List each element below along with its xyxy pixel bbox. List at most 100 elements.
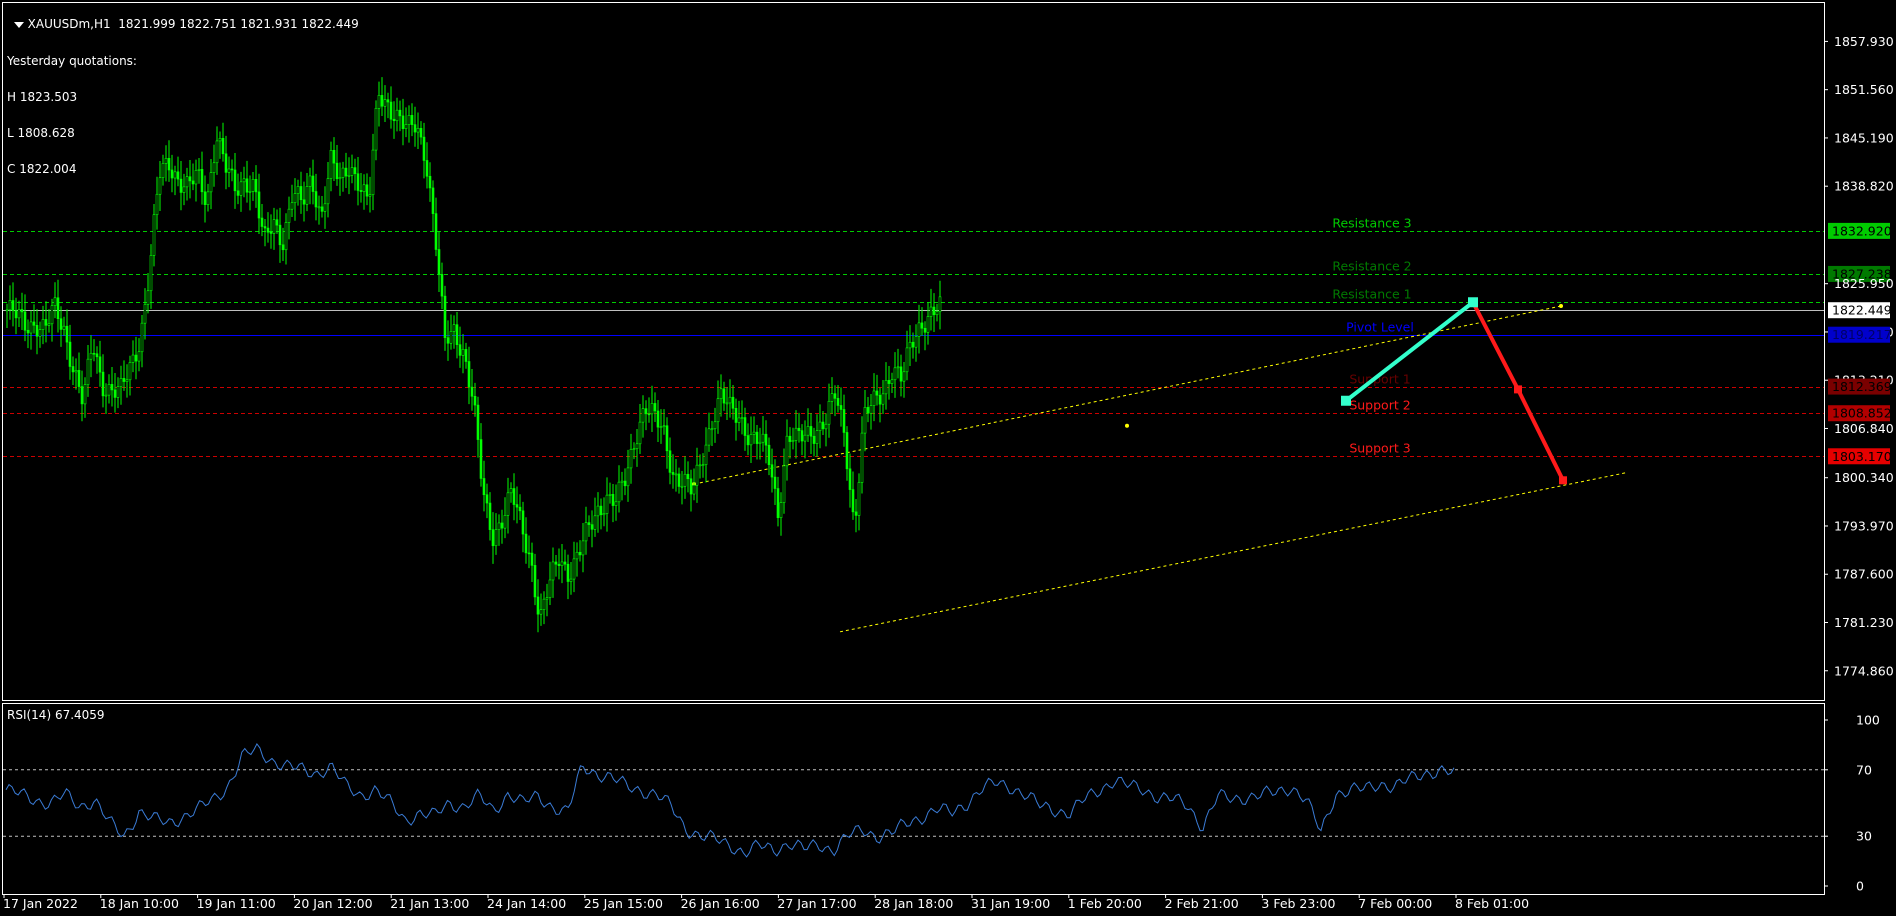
price-tick-label: 1845.190 [1834,130,1894,145]
candle-body [104,394,108,397]
candle-body [641,408,645,423]
candle-body [626,467,630,487]
candle-body [680,485,684,488]
candle-body [275,219,279,226]
candle-body [185,176,189,188]
candle-body [446,337,450,344]
candle-body [434,213,438,250]
candle-body [854,511,858,516]
candle-body [731,396,735,409]
channel-anchor-point [1125,423,1129,428]
candle-body [491,529,495,547]
candle-body [218,138,222,142]
candle-body [425,160,429,177]
candle-body [716,398,720,423]
candle-body [749,434,753,446]
candle-body [368,194,372,197]
candle-body [647,413,651,416]
yesterday-quotations: Yesterday quotations: H 1823.503 L 1808.… [7,31,137,187]
candle-body [689,478,693,495]
candle-body [302,199,306,205]
candle-body [908,341,912,349]
candle-body [224,153,228,173]
candle-body [164,158,168,164]
candle-body [131,354,135,363]
candle-body [692,484,696,495]
candle-body [767,444,771,466]
candle-body [614,501,618,506]
candle-body [827,400,831,425]
candle-body [632,448,636,450]
price-tick-label: 1800.340 [1834,470,1894,485]
candle-body [452,324,456,332]
candle-body [386,99,390,103]
yesterday-high: H 1823.503 [7,90,78,104]
price-tick-label: 1787.600 [1834,567,1894,582]
rsi-tick-label: 70 [1856,762,1872,777]
candle-body [629,448,633,469]
candle-body [725,402,729,405]
candle-body [890,379,894,384]
candle-body [134,354,138,362]
candle-body [260,217,264,227]
candle-body [254,179,258,193]
candle-body [269,231,273,234]
candle-body [410,115,414,125]
candle-body [38,329,42,337]
candle-body [782,465,786,503]
candle-body [566,563,570,582]
candle-body [524,533,528,554]
candle-body [785,435,789,467]
candle-body [323,203,327,212]
level-label-support-3: Support 3 [1349,441,1410,456]
candle-body [356,173,360,191]
candle-body [50,305,54,325]
candle-body [608,494,612,496]
candle-body [455,324,459,345]
candle-body [605,494,609,514]
candle-body [341,167,345,178]
candle-body [23,311,27,331]
candle-body [122,378,126,382]
candle-body [140,322,144,353]
candle-body [911,341,915,348]
candle-body [488,502,492,530]
candle-body [938,296,942,313]
time-tick-label: 26 Jan 16:00 [681,896,760,911]
candle-body [818,421,822,432]
price-badge-label: 1819.217 [1832,327,1892,342]
candle-body [128,362,132,381]
candle-body [65,325,69,343]
candle-body [161,163,165,178]
candle-body [659,426,663,429]
time-tick-label: 17 Jan 2022 [3,896,78,911]
price-badge-label: 1803.170 [1832,449,1892,464]
candle-body [794,427,798,441]
candle-body [479,439,483,479]
candle-body [602,513,606,516]
candle-body [47,323,51,326]
candle-body [683,473,687,487]
candle-body [737,417,741,423]
candle-body [287,208,291,223]
level-label-resistance-1: Resistance 1 [1332,287,1411,302]
projection-point [1514,385,1522,394]
price-badge-label: 1808.852 [1832,406,1892,421]
candle-body [926,316,930,333]
time-tick-label: 19 Jan 11:00 [197,896,276,911]
candle-body [596,505,600,517]
candle-body [515,504,519,508]
candle-body [413,124,417,133]
price-tick-label: 1838.820 [1834,179,1894,194]
time-tick-label: 7 Feb 00:00 [1358,896,1432,911]
symbol-header[interactable]: XAUUSDm,H1 1821.999 1822.751 1821.931 18… [6,6,359,30]
candle-body [89,352,93,360]
candle-body [17,309,21,319]
candle-body [116,386,120,398]
candle-body [320,206,324,212]
candle-body [650,403,654,415]
candle-body [845,432,849,470]
time-tick-label: 1 Feb 20:00 [1068,896,1142,911]
candle-body [878,394,882,405]
chart-menu-arrow-icon[interactable] [13,21,24,28]
